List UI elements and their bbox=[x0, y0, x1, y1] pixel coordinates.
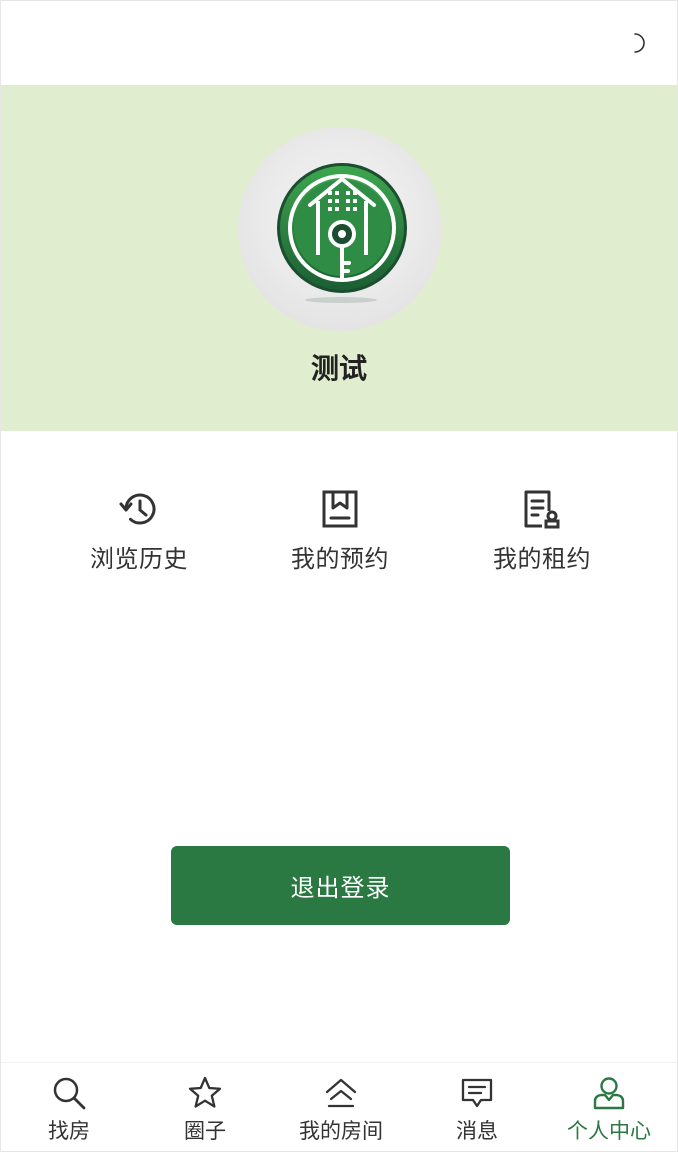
contract-icon bbox=[524, 490, 560, 529]
tab-find-house[interactable]: 找房 bbox=[1, 1063, 137, 1151]
logout-button[interactable]: 退出登录 bbox=[171, 846, 510, 925]
user-icon bbox=[593, 1077, 625, 1110]
avatar[interactable] bbox=[238, 127, 442, 331]
theme-toggle-button[interactable] bbox=[627, 31, 651, 55]
browse-history-button[interactable]: 浏览历史 bbox=[59, 487, 219, 574]
browse-history-label: 浏览历史 bbox=[90, 545, 188, 573]
home-icon bbox=[325, 1078, 357, 1108]
quick-actions: 浏览历史 我的预约 我的租约 bbox=[1, 487, 677, 587]
my-leases-label: 我的租约 bbox=[493, 545, 591, 573]
tab-messages[interactable]: 消息 bbox=[409, 1063, 545, 1151]
tab-my-room[interactable]: 我的房间 bbox=[273, 1063, 409, 1151]
tab-label: 消息 bbox=[456, 1119, 498, 1143]
tab-label: 圈子 bbox=[184, 1119, 226, 1143]
my-reservations-label: 我的预约 bbox=[291, 545, 389, 573]
username: 测试 bbox=[310, 352, 367, 385]
bookmark-icon bbox=[322, 490, 358, 528]
my-leases-button[interactable]: 我的租约 bbox=[462, 487, 622, 574]
star-icon bbox=[188, 1076, 222, 1108]
house-key-logo-icon bbox=[277, 163, 407, 303]
history-icon bbox=[119, 493, 156, 525]
tab-label: 我的房间 bbox=[299, 1119, 383, 1143]
tab-personal-center[interactable]: 个人中心 bbox=[541, 1063, 677, 1151]
app-screen: 测试 浏览历史 我的预约 我的租约 退出登录 找房 圈子 我的房间 消息 个人中… bbox=[0, 0, 678, 1152]
bottom-tab-bar: 找房 圈子 我的房间 消息 个人中心 bbox=[1, 1062, 677, 1151]
top-bar bbox=[1, 1, 677, 85]
search-icon bbox=[53, 1077, 86, 1110]
tab-circle[interactable]: 圈子 bbox=[137, 1063, 273, 1151]
message-icon bbox=[461, 1078, 493, 1108]
tab-label: 个人中心 bbox=[567, 1119, 651, 1143]
my-reservations-button[interactable]: 我的预约 bbox=[260, 487, 420, 574]
tab-label: 找房 bbox=[48, 1119, 90, 1143]
moon-icon bbox=[634, 33, 645, 53]
profile-banner: 测试 bbox=[1, 85, 677, 431]
